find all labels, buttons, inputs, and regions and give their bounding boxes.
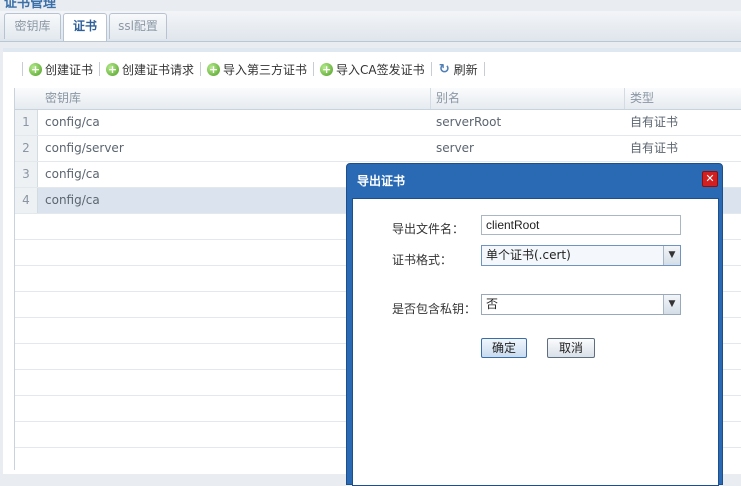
refresh-button[interactable]: ↻ 刷新 (438, 61, 478, 78)
toolbar-separator (200, 62, 202, 76)
toolbar-separator (99, 62, 101, 76)
cell-type: 自有证书 (630, 141, 679, 155)
create-request-label: 创建证书请求 (122, 62, 195, 77)
cancel-button[interactable]: 取消 (547, 338, 595, 358)
add-icon: + (29, 62, 42, 76)
chevron-down-icon[interactable]: ▼ (663, 295, 680, 314)
export-cert-dialog: 导出证书 ✕ 导出文件名： 证书格式： 单个证书(.cert) ▼ 是否包含私钥… (346, 163, 723, 486)
add-icon: + (320, 62, 334, 76)
toolbar-separator (22, 62, 23, 76)
add-icon: + (106, 62, 120, 76)
tab-ssl-config[interactable]: ssl配置 (109, 13, 167, 39)
add-icon: + (207, 62, 221, 76)
create-cert-button[interactable]: + 创建证书 (29, 61, 93, 78)
column-header-keystore[interactable]: 密钥库 (45, 88, 81, 109)
row-number: 1 (15, 110, 38, 135)
import-third-party-button[interactable]: + 导入第三方证书 (207, 61, 307, 78)
cert-format-value: 单个证书(.cert) (486, 248, 571, 262)
dialog-title: 导出证书 (357, 174, 406, 188)
dialog-body: 导出文件名： 证书格式： 单个证书(.cert) ▼ 是否包含私钥： 否 ▼ 确… (352, 198, 719, 486)
file-name-input[interactable] (481, 215, 681, 235)
import-ca-button[interactable]: + 导入CA签发证书 (320, 61, 425, 78)
table-row[interactable]: 1 config/ca serverRoot 自有证书 (15, 110, 741, 136)
row-number: 3 (15, 162, 38, 187)
column-divider (430, 88, 431, 109)
column-divider (624, 88, 625, 109)
ok-button[interactable]: 确定 (481, 338, 527, 358)
tab-certificate[interactable]: 证书 (63, 13, 107, 41)
create-request-button[interactable]: + 创建证书请求 (106, 61, 194, 78)
table-row[interactable]: 2 config/server server 自有证书 (15, 136, 741, 162)
toolbar-separator (483, 62, 485, 76)
close-icon[interactable]: ✕ (702, 171, 718, 187)
cell-type: 自有证书 (630, 115, 679, 129)
row-number: 4 (15, 188, 38, 213)
cert-format-select[interactable]: 单个证书(.cert) ▼ (481, 245, 681, 266)
private-key-value: 否 (486, 297, 499, 311)
chevron-down-icon[interactable]: ▼ (663, 246, 680, 265)
refresh-label: 刷新 (453, 62, 478, 77)
cell-keystore: config/ca (45, 115, 100, 129)
toolbar-separator (313, 62, 315, 76)
cell-keystore: config/server (45, 141, 124, 155)
table-header: 密钥库 别名 类型 (15, 88, 741, 110)
import-ca-label: 导入CA签发证书 (336, 62, 425, 77)
tab-bar: 密钥库 证书 ssl配置 (0, 11, 741, 42)
private-key-select[interactable]: 否 ▼ (481, 294, 681, 315)
row-number: 2 (15, 136, 38, 161)
cell-alias: server (436, 141, 474, 155)
import-third-party-label: 导入第三方证书 (223, 62, 308, 77)
cell-keystore: config/ca (45, 167, 100, 181)
cert-format-label: 证书格式： (392, 253, 453, 267)
tab-keystore[interactable]: 密钥库 (4, 13, 61, 39)
private-key-label: 是否包含私钥： (392, 302, 477, 316)
cell-keystore: config/ca (45, 193, 100, 207)
create-cert-label: 创建证书 (45, 62, 94, 77)
column-header-alias[interactable]: 别名 (436, 88, 460, 109)
file-name-label: 导出文件名： (392, 222, 465, 236)
toolbar: + 创建证书 + 创建证书请求 + 导入第三方证书 + 导入CA签发证书 ↻ 刷… (16, 58, 491, 80)
column-header-type[interactable]: 类型 (630, 88, 654, 109)
cell-alias: serverRoot (436, 115, 502, 129)
toolbar-separator (430, 62, 432, 76)
refresh-icon: ↻ (438, 61, 450, 77)
page-title: 证书管理 (4, 0, 57, 11)
